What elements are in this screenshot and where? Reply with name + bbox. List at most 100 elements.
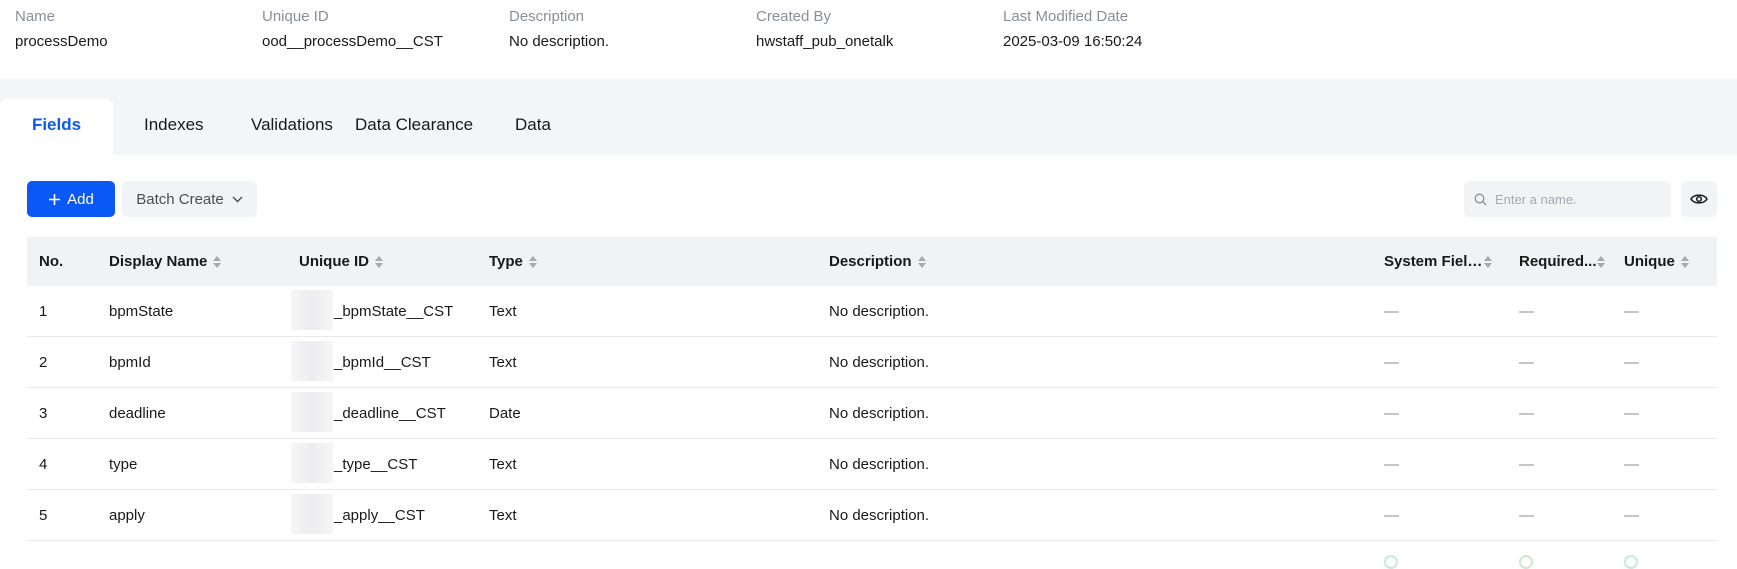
cell-unique-id-text: _bpmState__CST <box>334 303 454 320</box>
add-button-label: Add <box>67 190 94 208</box>
info-value: processDemo <box>15 33 108 50</box>
cell-description: No description. <box>829 507 930 524</box>
cell-system-field: — <box>1384 303 1399 320</box>
cell-system-field: — <box>1384 507 1399 524</box>
chevron-down-icon <box>232 196 243 202</box>
column-header-system-field[interactable]: System Field... <box>1384 237 1492 286</box>
sort-icon[interactable] <box>917 255 926 268</box>
sort-icon[interactable] <box>1596 255 1605 268</box>
column-header-required[interactable]: Required... <box>1519 237 1605 286</box>
search-icon <box>1474 193 1487 205</box>
cell-display-name: bpmId <box>109 354 151 371</box>
cell-unique-id-text: _bpmId__CST <box>334 354 431 371</box>
column-visibility-button[interactable] <box>1681 181 1717 217</box>
table-row[interactable]: 2 bpmId _bpmId__CST Text No description.… <box>27 337 1717 388</box>
info-value: ood__processDemo__CST <box>262 33 443 50</box>
cell-description: No description. <box>829 405 930 422</box>
cell-display-name: apply <box>109 507 145 524</box>
info-description: Description No description. <box>509 8 609 51</box>
search-box <box>1464 181 1671 217</box>
info-label: Name <box>15 8 56 25</box>
batch-create-dropdown[interactable]: Batch Create <box>122 181 257 217</box>
redacted-prefix <box>291 443 333 484</box>
cell-no: 1 <box>39 303 48 320</box>
sort-icon[interactable] <box>1680 255 1689 268</box>
cell-required: — <box>1519 405 1534 422</box>
column-header-description[interactable]: Description <box>829 237 926 286</box>
cell-unique-id-text: _type__CST <box>334 456 418 473</box>
cell-type: Text <box>489 456 517 473</box>
redacted-prefix <box>291 290 333 331</box>
tab-indexes[interactable]: Indexes <box>144 99 204 155</box>
cell-system-field: — <box>1384 354 1399 371</box>
tab-data[interactable]: Data <box>515 99 551 155</box>
column-header-display-name[interactable]: Display Name <box>109 237 222 286</box>
cell-no: 2 <box>39 354 48 371</box>
info-unique-id: Unique ID ood__processDemo__CST <box>262 8 443 51</box>
cell-unique-id: _bpmState__CST <box>291 286 453 337</box>
cell-required: — <box>1519 303 1534 320</box>
object-info-bar: Name processDemo Unique ID ood__processD… <box>0 0 1737 79</box>
tab-data-clearance[interactable]: Data Clearance <box>355 99 473 155</box>
cell-description: No description. <box>829 456 930 473</box>
cell-unique: — <box>1624 405 1639 422</box>
cell-type: Text <box>489 507 517 524</box>
cell-unique-id: _deadline__CST <box>291 388 446 439</box>
table-row-partial <box>27 541 1717 569</box>
sort-icon[interactable] <box>213 255 222 268</box>
column-header-label: Type <box>489 253 523 270</box>
sort-icon[interactable] <box>1484 255 1492 268</box>
cell-required: — <box>1519 456 1534 473</box>
sort-icon[interactable] <box>375 255 383 268</box>
table-row[interactable]: 3 deadline _deadline__CST Date No descri… <box>27 388 1717 439</box>
table-header: No. Display Name Unique ID Type Descript… <box>27 237 1717 286</box>
eye-icon <box>1690 194 1708 204</box>
cell-no: 5 <box>39 507 48 524</box>
cell-description: No description. <box>829 303 930 320</box>
redacted-prefix <box>291 392 333 433</box>
info-name: Name processDemo <box>15 8 108 51</box>
cell-display-name: type <box>109 456 138 473</box>
status-dot-icon <box>1519 555 1533 569</box>
column-header-unique[interactable]: Unique <box>1624 237 1689 286</box>
add-button[interactable]: Add <box>27 181 115 217</box>
column-header-label: Display Name <box>109 253 208 270</box>
cell-description: No description. <box>829 354 930 371</box>
column-header-label: Unique <box>1624 253 1675 270</box>
cell-unique: — <box>1624 456 1639 473</box>
table-row[interactable]: 1 bpmState _bpmState__CST Text No descri… <box>27 286 1717 337</box>
column-header-label: Unique ID <box>299 253 369 270</box>
search-input[interactable] <box>1495 191 1665 207</box>
cell-system-field: — <box>1384 405 1399 422</box>
cell-unique: — <box>1624 303 1639 320</box>
column-header-label: No. <box>39 253 64 270</box>
cell-type: Date <box>489 405 521 422</box>
tab-fields[interactable]: Fields <box>0 99 113 155</box>
tab-validations[interactable]: Validations <box>251 99 333 155</box>
cell-required: — <box>1519 354 1534 371</box>
column-header-label: System Field... <box>1384 253 1484 270</box>
cell-unique-id: _apply__CST <box>291 490 425 541</box>
column-header-unique-id[interactable]: Unique ID <box>299 237 383 286</box>
cell-display-name: deadline <box>109 405 166 422</box>
cell-no: 3 <box>39 405 48 422</box>
cell-unique: — <box>1624 354 1639 371</box>
cell-unique-id: _bpmId__CST <box>291 337 431 388</box>
cell-required: — <box>1519 507 1534 524</box>
table-row[interactable]: 5 apply _apply__CST Text No description.… <box>27 490 1717 541</box>
table-row[interactable]: 4 type _type__CST Text No description. —… <box>27 439 1717 490</box>
tab-bar: Fields Indexes Validations Data Clearanc… <box>0 79 1737 155</box>
column-header-type[interactable]: Type <box>489 237 537 286</box>
cell-unique-id: _type__CST <box>291 439 417 490</box>
cell-system-field: — <box>1384 456 1399 473</box>
cell-type: Text <box>489 354 517 371</box>
redacted-prefix <box>291 494 333 535</box>
cell-display-name: bpmState <box>109 303 174 320</box>
fields-table: No. Display Name Unique ID Type Descript… <box>27 237 1717 569</box>
info-label: Description <box>509 8 585 25</box>
cell-unique-id-text: _deadline__CST <box>334 405 446 422</box>
info-value: 2025-03-09 16:50:24 <box>1003 33 1143 50</box>
info-value: hwstaff_pub_onetalk <box>756 33 894 50</box>
sort-icon[interactable] <box>528 255 537 268</box>
status-dot-icon <box>1624 555 1638 569</box>
